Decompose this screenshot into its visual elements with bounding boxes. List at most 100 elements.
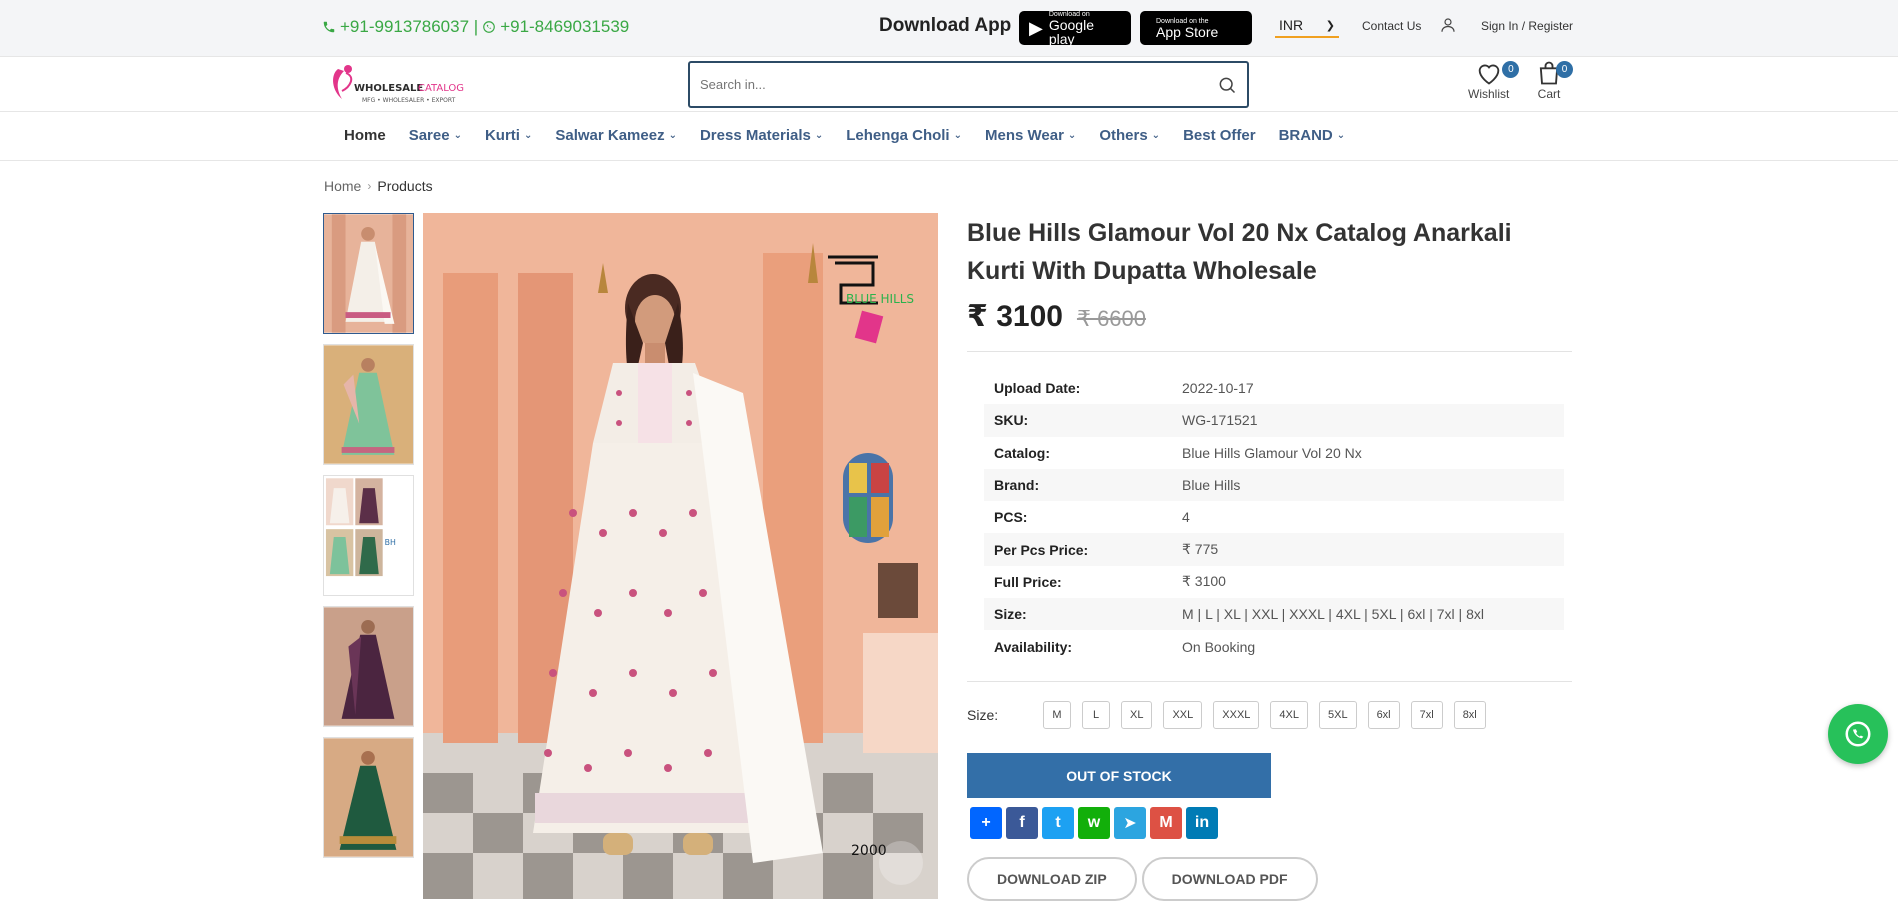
size-selector: Size: M L XL XXL XXXL 4XL 5XL 6xl 7xl 8xl	[967, 701, 1497, 729]
size-option-4xl[interactable]: 4XL	[1270, 701, 1308, 729]
nav-item-best-offer[interactable]: Best Offer	[1183, 127, 1256, 144]
user-icon[interactable]	[1439, 16, 1457, 34]
size-option-7xl[interactable]: 7xl	[1410, 701, 1443, 729]
thumbnail-1[interactable]	[323, 213, 414, 334]
nav-item-brand[interactable]: BRAND ⌄	[1279, 127, 1346, 144]
thumbnail-2[interactable]	[323, 344, 414, 465]
site-logo[interactable]: WHOLESALE CATALOG MFG • WHOLESALER • EXP…	[326, 59, 466, 109]
search-box	[688, 61, 1249, 108]
phone-icon	[323, 21, 335, 33]
nav-item-mens-wear[interactable]: Mens Wear ⌄	[985, 127, 1076, 144]
product-main-image[interactable]: BLUE HILLS 2000	[423, 213, 938, 899]
google-play-icon: ▶	[1029, 18, 1043, 38]
spec-key: Upload Date:	[994, 380, 1081, 397]
chevron-down-icon: ⌄	[668, 130, 677, 141]
nav-item-lehenga-choli[interactable]: Lehenga Choli ⌄	[846, 127, 962, 144]
chevron-down-icon: ⌄	[814, 130, 824, 141]
spec-row: Size: M | L | XL | XXL | XXXL | 4XL | 5XL…	[984, 598, 1564, 631]
whatsapp-small-icon	[483, 21, 496, 33]
download-app-label: Download App	[879, 15, 1012, 36]
breadcrumb-home[interactable]: Home	[324, 178, 361, 194]
chevron-down-icon: ⌄	[523, 130, 533, 141]
spec-key: SKU:	[994, 412, 1029, 429]
spec-key: Availability:	[994, 638, 1073, 655]
price-row: ₹ 3100 ₹ 6600	[967, 299, 1146, 334]
share-plus-icon[interactable]: +	[970, 807, 1002, 839]
thumbnail-5[interactable]	[323, 737, 414, 858]
spec-value: 4	[1182, 509, 1190, 526]
nav-item-salwar-kameez[interactable]: Salwar Kameez ⌄	[555, 127, 677, 144]
google-play-button[interactable]: ▶ Download on Google play	[1019, 11, 1131, 46]
nav-item-home[interactable]: Home	[344, 127, 386, 144]
out-of-stock-button[interactable]: OUT OF STOCK	[967, 753, 1271, 798]
nav-item-saree[interactable]: Saree ⌄	[409, 127, 462, 144]
search-icon[interactable]	[1217, 75, 1237, 95]
spec-value: Blue Hills	[1182, 477, 1241, 494]
telegram-icon[interactable]: ➤	[1114, 807, 1146, 839]
download-zip-button[interactable]: DOWNLOAD ZIP	[967, 857, 1137, 901]
download-buttons: DOWNLOAD ZIP DOWNLOAD PDF	[967, 857, 1318, 901]
size-option-xxl[interactable]: XXL	[1163, 701, 1203, 729]
size-option-5xl[interactable]: 5XL	[1318, 701, 1357, 729]
app-store-button[interactable]: Download on the App Store	[1140, 11, 1252, 45]
contact-us-link[interactable]: Contact Us	[1362, 19, 1421, 33]
spec-value: Blue Hills Glamour Vol 20 Nx	[1182, 444, 1362, 461]
size-option-8xl[interactable]: 8xl	[1453, 701, 1486, 729]
image-code-text: 2000	[851, 843, 887, 859]
spec-value: WG-171521	[1182, 412, 1258, 429]
breadcrumb-current: Products	[377, 178, 433, 194]
spec-key: Size:	[994, 606, 1027, 623]
wishlist-count-badge: 0	[1502, 61, 1520, 78]
size-option-m[interactable]: M	[1043, 701, 1071, 729]
size-label: Size:	[967, 707, 999, 723]
spec-row: Upload Date: 2022-10-17	[984, 372, 1564, 404]
wishlist-button[interactable]: 0 Wishlist	[1468, 59, 1520, 101]
old-price: ₹ 6600	[1076, 306, 1147, 331]
chevron-down-icon: ❯	[1325, 19, 1335, 32]
chevron-down-icon: ⌄	[453, 130, 462, 141]
size-option-xxxl[interactable]: XXXL	[1213, 701, 1260, 729]
thumbnail-3[interactable]: BH	[323, 475, 414, 596]
spec-row: Availability: On Booking	[984, 630, 1564, 662]
whatsapp-chat-button[interactable]	[1828, 704, 1888, 764]
chevron-right-icon: ›	[367, 179, 372, 193]
twitter-icon[interactable]: t	[1042, 807, 1074, 839]
currency-select[interactable]: INR ❯	[1275, 14, 1339, 38]
phone-2[interactable]: +91-8469031539	[500, 17, 629, 37]
search-input[interactable]	[700, 77, 1217, 92]
spec-value: On Booking	[1182, 638, 1256, 655]
size-option-l[interactable]: L	[1082, 701, 1110, 729]
linkedin-icon[interactable]: in	[1186, 807, 1218, 839]
facebook-icon[interactable]: f	[1006, 807, 1038, 839]
nav-item-kurti[interactable]: Kurti ⌄	[485, 127, 532, 144]
spec-value: ₹ 3100	[1182, 573, 1226, 590]
top-bar: +91-9913786037 | +91-8469031539 Download…	[0, 0, 1898, 57]
share-buttons: + f t w ➤ Min	[970, 807, 1218, 839]
nav-item-dress-materials[interactable]: Dress Materials ⌄	[700, 127, 823, 144]
spec-row: PCS: 4	[984, 501, 1564, 533]
chevron-down-icon: ⌄	[1067, 130, 1077, 141]
divider	[967, 351, 1572, 352]
phone-numbers[interactable]: +91-9913786037 | +91-8469031539	[322, 17, 629, 37]
signin-register-link[interactable]: Sign In / Register	[1481, 19, 1573, 33]
spec-row: SKU: WG-171521	[984, 404, 1564, 437]
thumbnail-4[interactable]	[323, 606, 414, 727]
spec-row: Full Price: ₹ 3100	[984, 566, 1564, 598]
header: WHOLESALE CATALOG MFG • WHOLESALER • EXP…	[0, 57, 1898, 112]
svg-text:CATALOG: CATALOG	[418, 83, 464, 94]
svg-text:WHOLESALE: WHOLESALE	[354, 83, 423, 94]
size-option-6xl[interactable]: 6xl	[1367, 701, 1400, 729]
chevron-down-icon: ⌄	[1151, 130, 1161, 141]
size-option-xl[interactable]: XL	[1121, 701, 1153, 729]
chevron-down-icon: ⌄	[1336, 130, 1346, 141]
download-pdf-button[interactable]: DOWNLOAD PDF	[1141, 857, 1318, 901]
phone-1[interactable]: +91-9913786037 |	[340, 17, 478, 37]
nav-item-others[interactable]: Others ⌄	[1099, 127, 1160, 144]
svg-text:MFG • WHOLESALER • EXPORT: MFG • WHOLESALER • EXPORT	[362, 97, 456, 104]
whatsapp-icon[interactable]: w	[1078, 807, 1110, 839]
cart-button[interactable]: 0 Cart	[1535, 59, 1573, 101]
spec-key: Full Price:	[994, 573, 1062, 590]
main-nav: Home Saree ⌄ Kurti ⌄ Salwar Kameez ⌄ Dress Mate…	[0, 112, 1898, 161]
gmail-icon[interactable]: M	[1150, 807, 1182, 839]
spec-key: PCS:	[994, 509, 1028, 526]
